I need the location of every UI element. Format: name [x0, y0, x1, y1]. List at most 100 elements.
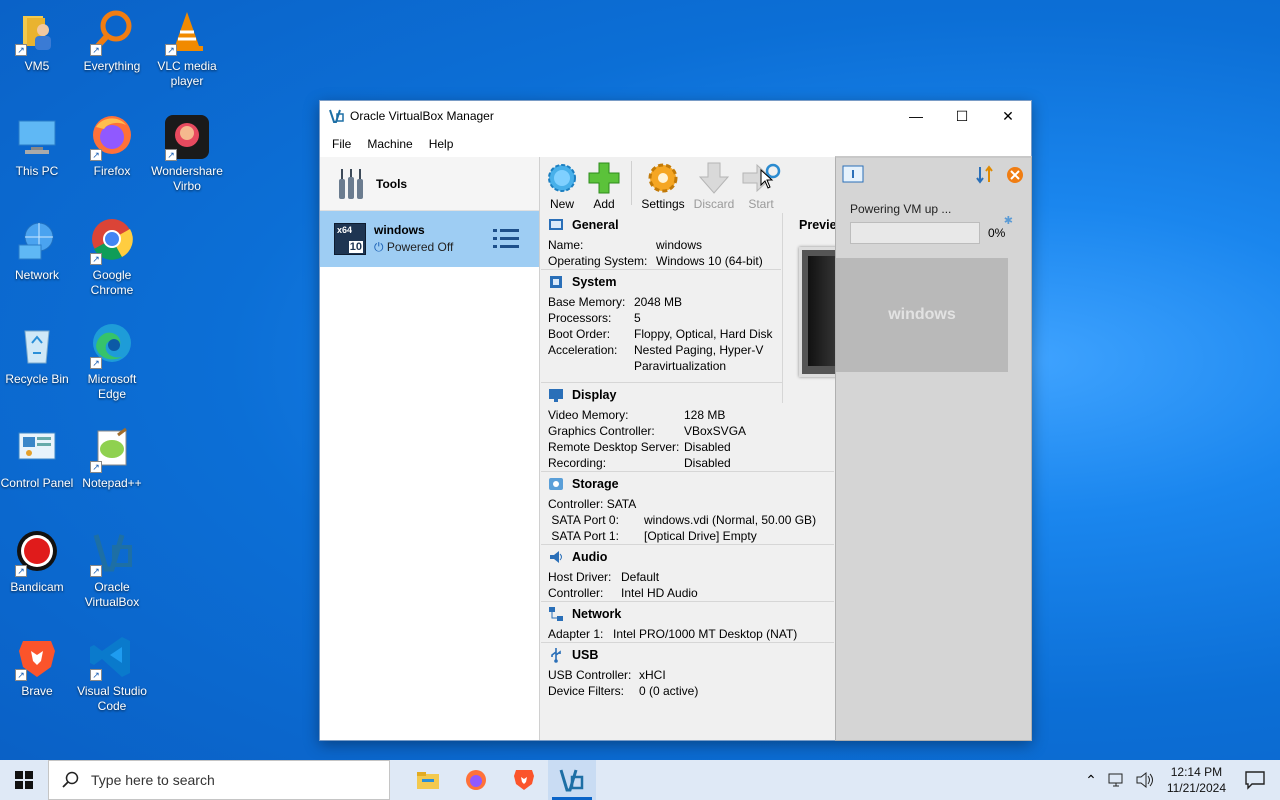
- close-button[interactable]: ✕: [985, 101, 1031, 131]
- desktop-icon-label: Control Panel: [0, 476, 74, 490]
- add-button[interactable]: Add: [583, 157, 625, 211]
- desktop-icon-label: Visual Studio Code: [77, 684, 147, 713]
- maximize-button[interactable]: ☐: [939, 101, 985, 131]
- desktop-icon-wondershare-virbo[interactable]: ↗ Wondershare Virbo: [150, 113, 224, 194]
- vm-preview-overlay: windows: [836, 258, 1008, 372]
- brave-lion-icon: [514, 770, 534, 790]
- sort-arrows-icon[interactable]: [975, 165, 995, 185]
- desktop-icon-this-pc[interactable]: This PC: [0, 113, 74, 179]
- detail-value: windows.vdi (Normal, 50.00 GB): [644, 513, 817, 527]
- desktop-icon-label: VM5: [24, 59, 50, 73]
- virtualbox-manager-window: Oracle VirtualBox Manager — ☐ ✕ File Mac…: [319, 100, 1032, 741]
- title-bar[interactable]: Oracle VirtualBox Manager — ☐ ✕: [320, 101, 1031, 131]
- system-detail-row: Paravirtualization: [541, 358, 781, 374]
- network-wired-icon[interactable]: [1107, 771, 1127, 789]
- desktop-icon-firefox[interactable]: ↗ Firefox: [75, 113, 149, 179]
- detail-key: SATA Port 0:: [548, 513, 619, 527]
- desktop-icon-bandicam[interactable]: ↗ Bandicam: [0, 529, 74, 595]
- section-header-preview[interactable]: Preview: [783, 213, 842, 237]
- settings-button[interactable]: Settings: [638, 157, 688, 211]
- os-version-badge: 10: [348, 241, 363, 253]
- settings-label: Settings: [641, 197, 685, 211]
- notification-pin-icon[interactable]: [842, 165, 864, 185]
- desktop-icon-visual-studio-code[interactable]: ↗ Visual Studio Code: [75, 633, 149, 714]
- add-plus-icon: [583, 159, 625, 197]
- detail-value: xHCI: [639, 668, 666, 682]
- detail-value: Paravirtualization: [634, 359, 727, 373]
- chevron-up-icon[interactable]: ⌃: [1079, 772, 1103, 789]
- desktop-icon-vlc[interactable]: ↗ VLC media player: [150, 8, 224, 89]
- menu-file[interactable]: File: [324, 137, 359, 151]
- detail-value: windows: [656, 238, 703, 252]
- firefox-icon: [466, 770, 486, 790]
- os-arch-badge: x64: [337, 225, 353, 235]
- volume-icon[interactable]: [1135, 771, 1155, 789]
- vm-details-menu-icon[interactable]: [493, 227, 519, 251]
- desktop-icon-google-chrome[interactable]: ↗ Google Chrome: [75, 217, 149, 298]
- notepad-plus-plus-icon: ↗: [88, 425, 136, 473]
- desktop-icon-label: Google Chrome: [90, 268, 134, 297]
- section-title: Network: [572, 607, 622, 621]
- start-menu-button[interactable]: [0, 760, 48, 800]
- desktop-icon-label: Firefox: [93, 164, 131, 178]
- section-general: General Name: windows Operating System: Win…: [541, 213, 781, 269]
- section-header-storage[interactable]: Storage: [541, 472, 834, 496]
- recycle-bin-icon: [13, 321, 61, 369]
- vm-state-label: Powered Off: [386, 240, 454, 254]
- vlc-cone-icon: ↗: [163, 8, 211, 56]
- discard-label: Discard: [693, 197, 735, 211]
- display-detail-row: Remote Desktop Server: Disabled: [541, 439, 834, 455]
- section-header-system[interactable]: System: [541, 270, 781, 294]
- menu-machine[interactable]: Machine: [359, 137, 420, 151]
- section-header-audio[interactable]: Audio: [541, 545, 834, 569]
- desktop-icon-network[interactable]: Network: [0, 217, 74, 283]
- new-button[interactable]: New: [541, 157, 583, 211]
- section-system: System Base Memory: 2048 MB Processors: 5 Bo…: [541, 269, 781, 382]
- section-title: General: [572, 218, 619, 232]
- minimize-button[interactable]: —: [893, 101, 939, 131]
- clock-time: 12:14 PM: [1170, 765, 1223, 779]
- taskbar-firefox[interactable]: [452, 760, 500, 800]
- detail-value: 2048 MB: [634, 295, 683, 309]
- section-header-general[interactable]: General: [541, 213, 781, 237]
- detail-key: SATA Port 1:: [548, 529, 619, 543]
- taskbar-clock[interactable]: 12:14 PM 11/21/2024: [1159, 764, 1234, 796]
- menu-help[interactable]: Help: [421, 137, 462, 151]
- section-header-network[interactable]: Network: [541, 602, 834, 626]
- section-usb: USB USB Controller: xHCI Device Filters: 0 …: [541, 642, 834, 699]
- notification-center-icon[interactable]: [1244, 770, 1266, 790]
- taskbar-file-explorer[interactable]: [404, 760, 452, 800]
- desktop-icon-vm5[interactable]: ↗ VM5: [0, 8, 74, 74]
- network-globe-icon: [13, 217, 61, 265]
- vm-item-windows[interactable]: x64 10 windows ⏻ Powered Off: [320, 211, 539, 267]
- detail-key: Controller:: [548, 586, 604, 600]
- tools-label: Tools: [376, 176, 408, 191]
- desktop-icon-everything[interactable]: ↗ Everything: [75, 8, 149, 74]
- clear-notifications-icon[interactable]: [1005, 165, 1025, 185]
- desktop-icon-control-panel[interactable]: Control Panel: [0, 425, 74, 491]
- system-detail-row: Base Memory: 2048 MB: [541, 294, 781, 310]
- desktop-icon-microsoft-edge[interactable]: ↗ Microsoft Edge: [75, 321, 149, 402]
- new-gear-icon: [541, 159, 583, 197]
- section-header-usb[interactable]: USB: [541, 643, 834, 667]
- discard-button[interactable]: Discard: [688, 157, 740, 211]
- cancel-progress-icon[interactable]: ✱: [1004, 214, 1013, 227]
- desktop-icon-recycle-bin[interactable]: Recycle Bin: [0, 321, 74, 387]
- section-storage: Storage Controller: SATA SATA Port 0: win…: [541, 471, 834, 544]
- section-network: Network Adapter 1: Intel PRO/1000 MT Desk…: [541, 601, 834, 642]
- detail-value: 0 (0 active): [639, 684, 699, 698]
- tools-item[interactable]: Tools: [320, 157, 539, 211]
- desktop-icon-label: Bandicam: [10, 580, 64, 594]
- desktop-icon-notepad-plus-plus[interactable]: ↗ Notepad++: [75, 425, 149, 491]
- storage-detail-row: Controller: SATA: [541, 496, 834, 512]
- detail-value: Intel PRO/1000 MT Desktop (NAT): [613, 627, 798, 641]
- system-detail-row: Boot Order: Floppy, Optical, Hard Disk: [541, 326, 781, 342]
- desktop-icon-brave[interactable]: ↗ Brave: [0, 633, 74, 699]
- desktop-icon-oracle-virtualbox[interactable]: ↗ Oracle VirtualBox: [75, 529, 149, 610]
- taskbar-search-box[interactable]: Type here to search: [48, 760, 390, 800]
- taskbar-virtualbox[interactable]: [548, 760, 596, 800]
- detail-value: Intel HD Audio: [621, 586, 698, 600]
- virtualbox-icon: [559, 769, 584, 792]
- taskbar-brave[interactable]: [500, 760, 548, 800]
- detail-key: Recording:: [548, 456, 607, 470]
